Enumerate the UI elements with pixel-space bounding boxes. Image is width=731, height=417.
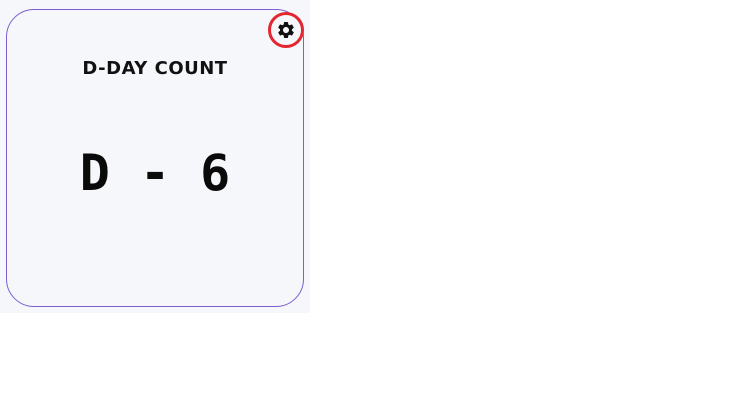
gear-icon [278, 21, 294, 38]
settings-button[interactable] [268, 12, 304, 48]
d-day-count: D - 6 [79, 144, 231, 202]
card-title: D-DAY COUNT [82, 58, 228, 79]
d-day-card: D-DAY COUNT D - 6 [6, 9, 304, 307]
